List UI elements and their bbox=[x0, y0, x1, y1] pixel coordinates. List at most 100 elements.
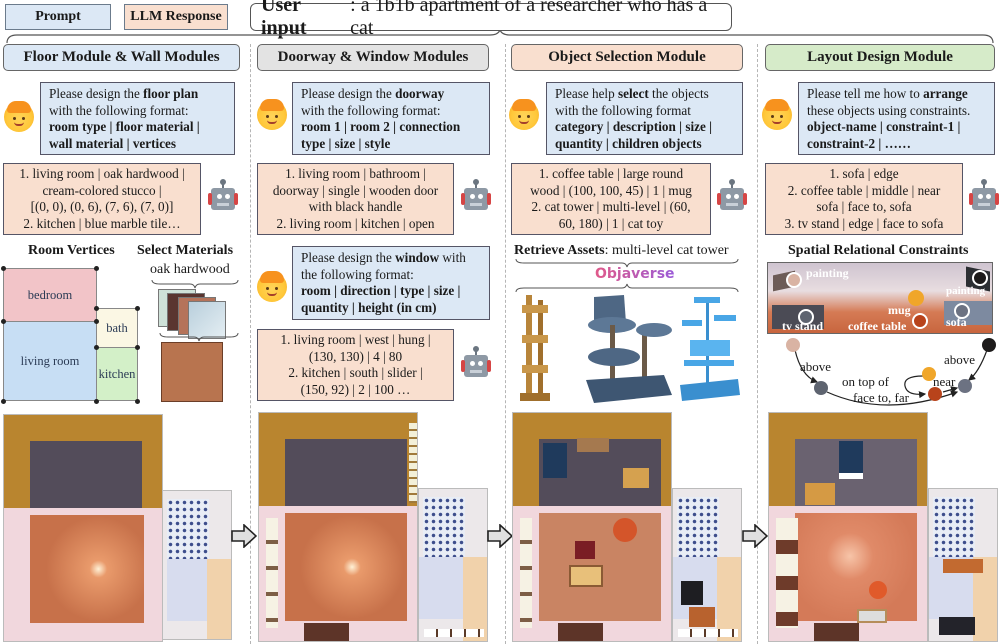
legend-llm-response: LLM Response bbox=[124, 4, 228, 30]
scene-label-painting-1: painting bbox=[806, 266, 849, 280]
response-text: 1. living room | west | hung | (130, 130)… bbox=[264, 332, 447, 398]
edge-label-above: above bbox=[944, 352, 976, 367]
robot-icon bbox=[716, 179, 748, 214]
prompt-line: Please tell me how to arrange bbox=[807, 86, 986, 103]
prompt-line: Please design the doorway bbox=[301, 86, 481, 103]
response-line: 2. kitchen | blue marble tile… bbox=[23, 215, 181, 231]
response-text: 1. sofa | edge 2. coffee table | middle |… bbox=[772, 166, 956, 232]
prompt-bubble-doorway: Please design the doorway with the follow… bbox=[292, 82, 490, 155]
prompt-keyword: floor plan bbox=[143, 86, 199, 101]
module-title: Layout Design Module bbox=[807, 49, 953, 65]
prompt-segment: with the following format bbox=[555, 102, 691, 118]
prompt-keyword: room | direction | type | size | bbox=[301, 283, 461, 298]
room-bath: bath bbox=[96, 308, 138, 348]
top-brace bbox=[6, 30, 994, 44]
user-face-icon bbox=[257, 271, 287, 302]
room-bedroom: bedroom bbox=[3, 268, 97, 322]
scene-label-sofa: sofa bbox=[946, 315, 967, 329]
room-kitchen: kitchen bbox=[96, 347, 138, 401]
prompt-line: object-name | constraint-1 | bbox=[807, 119, 986, 136]
graph-node-painting-2 bbox=[982, 338, 996, 352]
prompt-segment: with the following format: bbox=[49, 102, 189, 118]
objaverse-brace bbox=[515, 283, 739, 293]
prompt-segment: with the following format: bbox=[301, 102, 441, 118]
prompt-keyword: window bbox=[395, 250, 440, 265]
prompt-line: with the following format bbox=[555, 103, 734, 120]
response-line: 60, 180) | 1 | cat toy bbox=[558, 215, 664, 231]
prompt-line: Please design the floor plan bbox=[49, 86, 226, 103]
module-title: Floor Module & Wall Modules bbox=[23, 49, 220, 65]
prompt-segment: Please design the bbox=[301, 86, 396, 101]
graph-node-painting-1 bbox=[786, 338, 800, 352]
scene-label-mug: mug bbox=[888, 303, 911, 317]
render-bath-kitchen bbox=[928, 488, 998, 642]
render-floor-walls bbox=[3, 414, 163, 642]
prompt-keyword: doorway bbox=[395, 86, 445, 101]
next-step-arrow-icon bbox=[487, 524, 513, 548]
graph-node-tv-stand bbox=[814, 381, 828, 395]
prompt-bubble-arrange: Please tell me how to arrange these objec… bbox=[798, 82, 995, 155]
prompt-text: Please help select the objects with the f… bbox=[555, 86, 734, 152]
user-face-icon bbox=[509, 99, 539, 130]
user-input-box: User input: a 1b1b apartment of a resear… bbox=[250, 0, 732, 39]
retrieve-assets-caption: Retrieve Assets: multi-level cat tower bbox=[514, 243, 729, 259]
prompt-line: type | size | style bbox=[301, 136, 481, 153]
prompt-line: room 1 | room 2 | connection bbox=[301, 119, 481, 136]
response-line: 2. coffee table | middle | near bbox=[787, 182, 941, 198]
objaverse-logo: Objaverse bbox=[595, 266, 675, 282]
retrieve-assets-text: : multi-level cat tower bbox=[604, 243, 729, 258]
cat-tower-asset-blue bbox=[680, 297, 740, 401]
prompt-line: Please help select the objects bbox=[555, 86, 734, 103]
render-with-objects bbox=[512, 412, 672, 642]
select-materials-title: Select Materials bbox=[137, 243, 234, 258]
edge-label-on-top-of: on top of bbox=[842, 374, 889, 389]
module-header-object-selection: Object Selection Module bbox=[511, 44, 743, 71]
prompt-bubble-window: Please design the window with the followi… bbox=[292, 246, 490, 320]
node-coffee-table bbox=[912, 313, 928, 329]
edge-label-above: above bbox=[800, 359, 832, 374]
legend-prompt-label: Prompt bbox=[35, 9, 81, 24]
prompt-bubble-select-objects: Please help select the objects with the f… bbox=[546, 82, 743, 155]
render-bath-kitchen bbox=[162, 490, 232, 640]
response-line: (130, 130) | 4 | 80 bbox=[308, 348, 403, 364]
materials-brace-lower bbox=[159, 332, 239, 342]
edge-label-near: near bbox=[933, 374, 956, 389]
prompt-line: Please design the window with bbox=[301, 250, 481, 267]
prompt-line: category | description | size | bbox=[555, 119, 734, 136]
prompt-segment: these objects using constraints. bbox=[807, 102, 971, 118]
prompt-line: room type | floor material | bbox=[49, 119, 226, 136]
cat-tower-asset-gray bbox=[586, 295, 672, 403]
prompt-line: these objects using constraints. bbox=[807, 103, 986, 120]
response-line: [(0, 0), (0, 6), (7, 6), (7, 0)] bbox=[30, 199, 174, 214]
column-divider bbox=[505, 44, 506, 644]
constraint-scene-image: painting painting mug tv stand coffee ta… bbox=[767, 262, 993, 334]
node-painting-2 bbox=[972, 270, 988, 286]
robot-icon bbox=[460, 346, 492, 381]
response-line: 1. living room | bathroom | bbox=[285, 166, 426, 181]
next-step-arrow-icon bbox=[231, 524, 257, 548]
legend-prompt: Prompt bbox=[5, 4, 111, 30]
prompt-text: Please design the window with the followi… bbox=[301, 250, 481, 316]
prompt-keyword: type | size | style bbox=[301, 135, 391, 151]
prompt-line: constraint-2 | …… bbox=[807, 136, 986, 153]
column-divider bbox=[250, 44, 251, 644]
cat-tower-asset-wooden bbox=[520, 295, 550, 401]
prompt-line: quantity | height (in cm) bbox=[301, 300, 481, 317]
prompt-line: with the following format: bbox=[301, 103, 481, 120]
response-line: 2. living room | kitchen | open bbox=[276, 215, 435, 231]
user-face-icon bbox=[762, 99, 792, 130]
prompt-line: wall material | vertices bbox=[49, 136, 226, 153]
response-line: with black handle bbox=[308, 199, 403, 214]
prompt-segment: Please design the bbox=[49, 86, 144, 101]
response-line: 1. coffee table | large round bbox=[538, 166, 684, 181]
prompt-keyword: quantity | height (in cm) bbox=[301, 299, 437, 315]
response-bubble-window: 1. living room | west | hung | (130, 130)… bbox=[257, 329, 454, 401]
legend-llm-label: LLM Response bbox=[130, 9, 222, 24]
column-divider bbox=[757, 44, 758, 644]
next-step-arrow-icon bbox=[742, 524, 768, 548]
prompt-keyword: quantity | children objects bbox=[555, 135, 702, 151]
retrieve-assets-label: Retrieve Assets bbox=[514, 243, 605, 258]
response-line: 2. cat tower | multi-level | (60, bbox=[531, 199, 691, 214]
response-line: doorway | single | wooden door bbox=[272, 182, 439, 198]
edge-label-face-to-far: face to, far bbox=[853, 390, 909, 405]
